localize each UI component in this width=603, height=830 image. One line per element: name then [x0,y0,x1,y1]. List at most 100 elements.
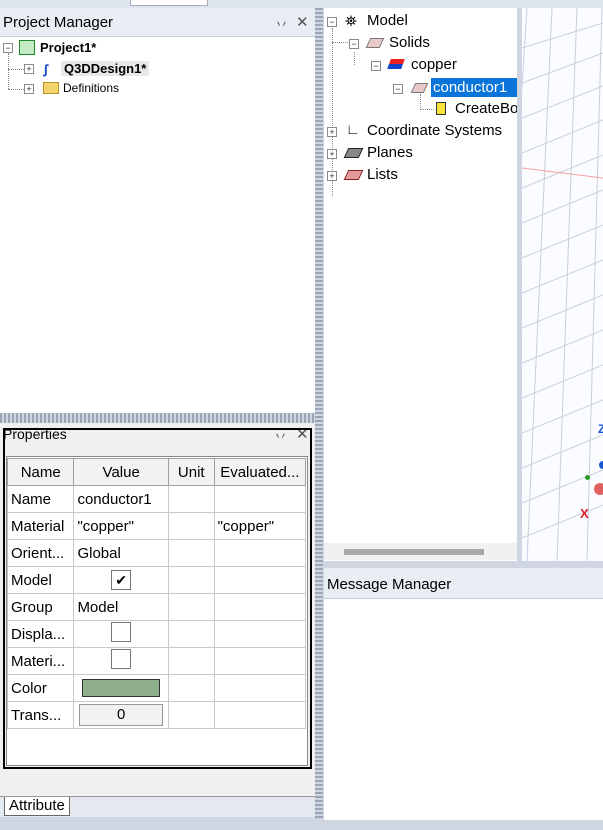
close-icon[interactable]: ✕ [296,13,309,31]
lists-icon [343,170,364,180]
property-name: Orient... [6,539,75,567]
conductor-node[interactable]: conductor1 [431,78,517,97]
collapse-toggle[interactable]: − [371,61,381,71]
table-row[interactable]: Orient... Global [6,539,307,567]
create-box-node[interactable]: CreateBo [455,100,517,117]
column-header-name[interactable]: Name [6,458,75,486]
model-node[interactable]: Model [367,12,408,29]
property-value[interactable]: "copper" [73,512,169,540]
collapse-toggle[interactable]: − [327,17,337,27]
column-header-evaluated[interactable]: Evaluated... [213,458,307,486]
property-name: Displa... [6,620,75,648]
planes-node[interactable]: Planes [367,144,413,161]
table-row[interactable]: Displa... [6,620,307,648]
property-name: Material [6,512,75,540]
model-icon: ⛯ [345,13,358,30]
message-manager-title: Message Manager [327,576,452,593]
tree-connector [420,109,434,110]
property-evaluated: "copper" [213,512,307,540]
table-row[interactable]: Material "copper" "copper" [6,512,307,540]
lists-node[interactable]: Lists [367,166,398,183]
project-node[interactable]: Project1* [40,40,96,55]
coordinate-systems-node[interactable]: Coordinate Systems [367,122,502,139]
transparency-button[interactable]: 0 [79,704,164,726]
property-unit [167,620,215,648]
display-wireframe-checkbox[interactable] [111,622,132,642]
grid-plane [522,8,603,561]
property-unit [167,485,215,513]
project-manager-title: Project Manager [3,14,114,31]
expand-toggle[interactable]: + [327,149,337,159]
property-value-cell [73,674,169,702]
column-header-unit[interactable]: Unit [167,458,215,486]
property-unit [167,539,215,567]
top-toolbar-strip [0,0,603,8]
property-value-cell [73,620,169,648]
table-row[interactable]: Group Model [6,593,307,621]
solids-node[interactable]: Solids [389,34,430,51]
copper-node[interactable]: copper [411,56,457,73]
design-node[interactable]: Q3DDesign1* [61,61,150,76]
model-tree-panel: − ⛯ Model − Solids − copper − conductor1… [324,8,517,561]
property-evaluated [213,593,307,621]
tab-attribute[interactable]: Attribute [4,797,70,816]
y-axis-marker [599,461,603,469]
collapse-toggle[interactable]: − [3,43,13,53]
column-header-value[interactable]: Value [73,458,169,486]
folder-icon [43,82,59,94]
model-checkbox[interactable]: ✔ [111,570,132,590]
modeler-viewport[interactable]: Z X [522,8,603,561]
property-value[interactable]: Global [73,539,169,567]
tree-connector [8,69,24,70]
expand-toggle[interactable]: + [24,84,34,94]
table-row[interactable]: Trans... 0 [6,701,307,729]
property-evaluated [213,620,307,648]
tree-connector [420,94,421,110]
status-strip [0,820,603,830]
tree-connector [8,53,9,89]
expand-toggle[interactable]: + [327,127,337,137]
table-row[interactable]: Name conductor1 [6,485,307,513]
property-evaluated [213,674,307,702]
property-value[interactable]: Model [73,593,169,621]
toolbar-fragment [130,0,208,6]
z-axis-label: Z [598,422,603,436]
color-swatch[interactable] [82,679,161,698]
expand-toggle[interactable]: + [327,171,337,181]
properties-table: Name Value Unit Evaluated... Name conduc… [6,458,307,729]
table-row[interactable]: Model ✔ [6,566,307,594]
property-unit [167,647,215,675]
coordinate-systems-icon: ∟ [346,121,360,137]
collapse-toggle[interactable]: − [393,84,403,94]
solid-icon [410,83,429,93]
property-value-cell: ✔ [73,566,169,594]
property-value-cell: 0 [73,701,169,729]
property-value-cell [73,647,169,675]
q3d-design-icon: ꭍ [43,63,49,80]
property-unit [167,566,215,594]
material-appearance-checkbox[interactable] [111,649,132,669]
property-name: Trans... [6,701,75,729]
property-name: Color [6,674,75,702]
property-unit [167,512,215,540]
horizontal-splitter[interactable] [0,413,315,423]
property-unit [167,701,215,729]
scrollbar-thumb[interactable] [344,549,484,555]
collapse-toggle[interactable]: − [349,39,359,49]
table-row[interactable]: Color [6,674,307,702]
property-evaluated [213,701,307,729]
expand-toggle[interactable]: + [24,64,34,74]
x-axis-label: X [580,506,589,521]
property-evaluated [213,485,307,513]
message-manager-panel: Message Manager [324,568,603,820]
property-name: Model [6,566,75,594]
property-name: Group [6,593,75,621]
definitions-node[interactable]: Definitions [63,81,119,95]
solid-icon [365,38,385,48]
axis-triad-origin [594,483,603,495]
vertical-splitter[interactable] [315,8,323,830]
pin-icon[interactable]: 丷 [275,14,288,33]
table-row[interactable]: Materi... [6,647,307,675]
property-value[interactable]: conductor1 [73,485,169,513]
project-manager-panel: Project Manager 丷 ✕ − Project1* + ꭍ Q3DD… [0,8,315,413]
